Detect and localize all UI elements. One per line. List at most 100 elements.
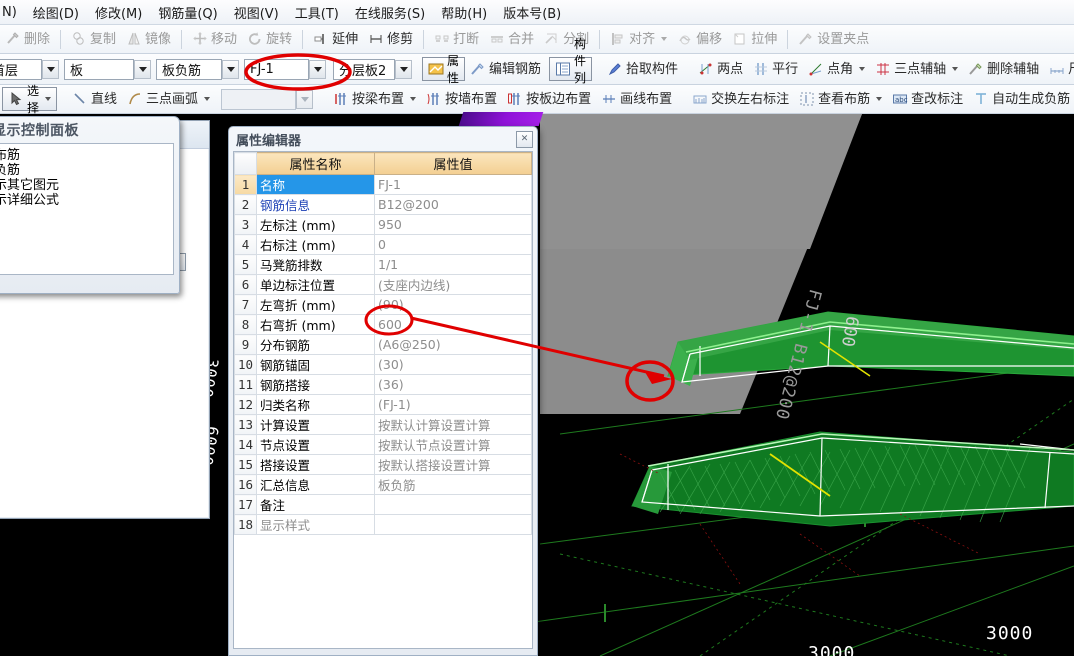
- property-value-cell[interactable]: 1/1: [374, 254, 532, 275]
- menu-item-rebar-quantity[interactable]: 钢筋量(Q): [150, 0, 225, 25]
- floor-combo-arrow[interactable]: [42, 59, 59, 79]
- menu-item-view[interactable]: 视图(V): [226, 0, 287, 25]
- edit-rebar-button[interactable]: 编辑钢筋: [465, 57, 546, 81]
- property-name-cell[interactable]: 归类名称: [256, 394, 375, 415]
- property-name-cell[interactable]: 名称: [256, 174, 375, 195]
- property-name-cell[interactable]: 左弯折 (mm): [256, 294, 375, 315]
- property-name-cell[interactable]: 左标注 (mm): [256, 214, 375, 235]
- table-row[interactable]: 6 单边标注位置 (支座内边线): [234, 274, 532, 295]
- table-row[interactable]: 15 搭接设置 按默认搭接设置计算: [234, 454, 532, 475]
- floor-combo[interactable]: 首层: [0, 58, 60, 80]
- property-name-cell[interactable]: 计算设置: [256, 414, 375, 435]
- component-name-combo[interactable]: FJ-1: [244, 58, 327, 80]
- table-row[interactable]: 18+显示样式: [234, 514, 532, 535]
- component-kind-combo[interactable]: 板负筋: [156, 58, 240, 80]
- arc-button[interactable]: 三点画弧: [122, 87, 215, 111]
- component-name-arrow[interactable]: [309, 59, 326, 79]
- property-name-cell[interactable]: 备注: [256, 494, 375, 515]
- extend-button[interactable]: 延伸: [308, 27, 363, 51]
- table-row[interactable]: 10 钢筋锚固 (30): [234, 354, 532, 375]
- property-name-cell[interactable]: 右标注 (mm): [256, 234, 375, 255]
- grip-point-button[interactable]: 设置夹点: [793, 27, 874, 51]
- draw-mode-combo[interactable]: [221, 88, 314, 110]
- property-name-cell[interactable]: 分布钢筋: [256, 334, 375, 355]
- checkbox-slab-negative-rebar[interactable]: 板负筋: [0, 163, 170, 178]
- property-value-cell[interactable]: (30): [374, 354, 532, 375]
- component-type-arrow[interactable]: [134, 59, 151, 79]
- property-name-cell[interactable]: 钢筋信息: [256, 194, 375, 215]
- two-point-button[interactable]: 两点: [693, 57, 748, 81]
- rebar-display-control-panel[interactable]: 钢筋显示控制面板 分布筋 板负筋 显示其它图元 显示详细公式: [0, 116, 180, 294]
- table-row[interactable]: 14 节点设置 按默认节点设置计算: [234, 434, 532, 455]
- delete-button[interactable]: 删除: [0, 27, 55, 51]
- property-value-cell[interactable]: [374, 494, 532, 515]
- table-row[interactable]: 11 钢筋搭接 (36): [234, 374, 532, 395]
- property-name-cell[interactable]: 搭接设置: [256, 454, 375, 475]
- align-button[interactable]: 对齐: [605, 27, 672, 51]
- move-button[interactable]: 移动: [187, 27, 242, 51]
- checkbox-show-detailed-formula[interactable]: 显示详细公式: [0, 193, 170, 208]
- property-name-cell[interactable]: 汇总信息: [256, 474, 375, 495]
- layer-combo[interactable]: 分层板2: [333, 58, 413, 80]
- property-name-cell[interactable]: 节点设置: [256, 434, 375, 455]
- property-value-cell[interactable]: FJ-1: [374, 174, 532, 195]
- dimension-button[interactable]: 尺寸标注: [1044, 57, 1074, 81]
- menu-item-help[interactable]: 帮助(H): [433, 0, 495, 25]
- stretch-button[interactable]: 拉伸: [727, 27, 782, 51]
- property-name-cell[interactable]: +显示样式: [256, 514, 375, 535]
- property-value-cell[interactable]: (A6@250): [374, 334, 532, 355]
- property-value-cell[interactable]: (FJ-1): [374, 394, 532, 415]
- menu-item-modify[interactable]: 修改(M): [87, 0, 150, 25]
- property-value-cell[interactable]: 板负筋: [374, 474, 532, 495]
- merge-button[interactable]: 合并: [484, 27, 539, 51]
- table-row[interactable]: 16 汇总信息 板负筋: [234, 474, 532, 495]
- rotate-button[interactable]: 旋转: [242, 27, 297, 51]
- layer-combo-arrow[interactable]: [395, 59, 412, 79]
- auto-generate-negative-rebar-button[interactable]: 自动生成负筋: [968, 87, 1074, 111]
- component-type-combo[interactable]: 板: [64, 58, 152, 80]
- property-value-cell[interactable]: B12@200: [374, 194, 532, 215]
- table-row[interactable]: 8 右弯折 (mm) 600: [234, 314, 532, 335]
- property-name-cell[interactable]: 马凳筋排数: [256, 254, 375, 275]
- property-value-cell[interactable]: (支座内边线): [374, 274, 532, 295]
- property-value-cell[interactable]: 按默认节点设置计算: [374, 434, 532, 455]
- property-value-cell[interactable]: 600: [374, 314, 532, 335]
- delete-axis-button[interactable]: 删除辅轴: [963, 57, 1044, 81]
- parallel-button[interactable]: 平行: [748, 57, 803, 81]
- property-name-cell[interactable]: 右弯折 (mm): [256, 314, 375, 335]
- component-kind-arrow[interactable]: [222, 59, 239, 79]
- place-by-line-button[interactable]: 画线布置: [596, 87, 677, 111]
- break-button[interactable]: 打断: [429, 27, 484, 51]
- table-row[interactable]: 3 左标注 (mm) 950: [234, 214, 532, 235]
- property-value-cell[interactable]: 按默认计算设置计算: [374, 414, 532, 435]
- place-by-slab-edge-button[interactable]: 按板边布置: [502, 87, 596, 111]
- checkbox-show-other-elements[interactable]: 显示其它图元: [0, 178, 170, 193]
- place-by-wall-button[interactable]: 按墙布置: [421, 87, 502, 111]
- menu-item-version[interactable]: 版本号(B): [495, 0, 569, 25]
- property-value-cell[interactable]: [374, 514, 532, 535]
- menu-item-draw[interactable]: 绘图(D): [25, 0, 87, 25]
- property-name-cell[interactable]: 单边标注位置: [256, 274, 375, 295]
- mirror-button[interactable]: 镜像: [121, 27, 176, 51]
- view-rebar-button[interactable]: 查看布筋: [794, 87, 887, 111]
- property-value-cell[interactable]: (36): [374, 374, 532, 395]
- table-row[interactable]: 7 左弯折 (mm) (90): [234, 294, 532, 315]
- component-list-button[interactable]: 构件列表: [549, 37, 593, 102]
- select-button[interactable]: 选择: [2, 84, 58, 115]
- edit-annotation-button[interactable]: abc 查改标注: [887, 87, 968, 111]
- table-row[interactable]: 17 备注: [234, 494, 532, 515]
- property-editor-panel[interactable]: 属性编辑器 ✕ 属性名称 属性值 1 名称 FJ-1 2 钢筋信息 B12@200 3 左标注…: [228, 126, 538, 656]
- properties-button[interactable]: 属性: [422, 54, 466, 85]
- table-row[interactable]: 9 分布钢筋 (A6@250): [234, 334, 532, 355]
- three-point-axis-button[interactable]: 三点辅轴: [870, 57, 963, 81]
- menu-item-online-service[interactable]: 在线服务(S): [347, 0, 433, 25]
- table-row[interactable]: 1 名称 FJ-1: [234, 174, 532, 195]
- point-angle-button[interactable]: 点角: [803, 57, 870, 81]
- swap-annotation-button[interactable]: 交换左右标注: [687, 87, 794, 111]
- line-button[interactable]: 直线: [67, 87, 122, 111]
- copy-button[interactable]: 复制: [66, 27, 121, 51]
- offset-button[interactable]: 偏移: [672, 27, 727, 51]
- property-value-cell[interactable]: 按默认搭接设置计算: [374, 454, 532, 475]
- pick-component-button[interactable]: 拾取构件: [602, 57, 683, 81]
- table-row[interactable]: 2 钢筋信息 B12@200: [234, 194, 532, 215]
